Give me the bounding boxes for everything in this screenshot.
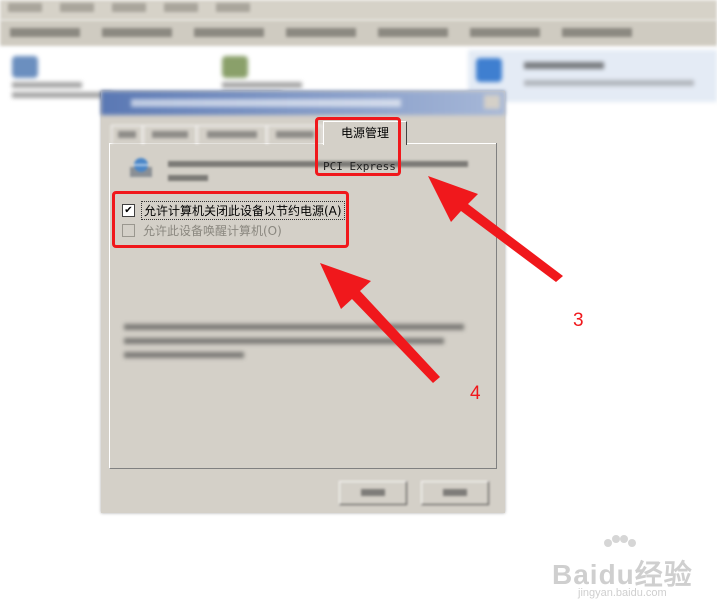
step-4-label: 4 xyxy=(470,383,481,404)
step-3-label: 3 xyxy=(573,310,584,331)
arrow-step-4 xyxy=(320,263,440,383)
annotation-arrows xyxy=(320,176,563,383)
watermark-site: jingyan.baidu.com xyxy=(578,587,667,599)
arrow-step-3 xyxy=(428,176,563,282)
baidu-jingyan-watermark: Baidu经验 jingyan.baidu.com xyxy=(540,535,710,605)
